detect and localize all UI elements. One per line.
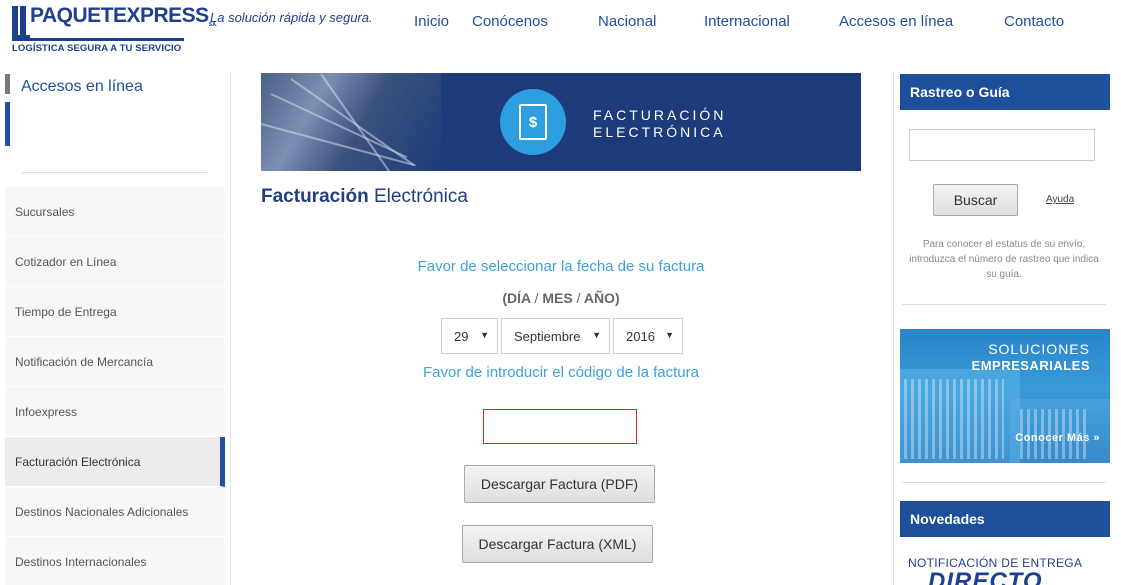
page-title: Facturación Electrónica (261, 186, 468, 207)
logo-underline (12, 38, 184, 41)
right-divider-2 (902, 482, 1106, 483)
tracking-number-input[interactable] (909, 129, 1095, 161)
logo-tagline: LOGÍSTICA SEGURA A TU SERVICIO (12, 43, 182, 54)
download-xml-button[interactable]: Descargar Factura (XML) (462, 525, 653, 563)
sidebar-menu: Sucursales Cotizador en Línea Tiempo de … (5, 187, 225, 585)
sidebar-item-notificacion[interactable]: Notificación de Mercancía (5, 337, 225, 387)
right-sidebar: Rastreo o Guía Buscar Ayuda Para conocer… (893, 72, 1121, 585)
sidebar-item-tiempo-entrega[interactable]: Tiempo de Entrega (5, 287, 225, 337)
date-format-label: (DÍA / MES / AÑO) (502, 290, 620, 306)
nav-inicio[interactable]: Inicio (414, 13, 449, 30)
news-big-text: DIRECTO (928, 568, 1043, 585)
sidebar-title-accent (5, 74, 10, 94)
tracking-note: Para conocer el estatus de su envío, int… (909, 239, 1099, 280)
banner-calculator-photo (261, 73, 441, 171)
left-sidebar: Accesos en línea Sucursales Cotizador en… (0, 72, 231, 585)
right-divider (902, 304, 1106, 305)
chevron-down-icon: ▼ (665, 330, 674, 340)
year-select[interactable]: 2016 ▼ (613, 318, 683, 354)
promo-line1: SOLUCIONES (988, 341, 1090, 357)
sidebar-title: Accesos en línea (21, 78, 143, 95)
paquetexpress-logo[interactable]: PAQUETEXPRESSS.A. LOGÍSTICA SEGURA A TU … (10, 4, 217, 56)
site-header: PAQUETEXPRESSS.A. LOGÍSTICA SEGURA A TU … (0, 0, 1121, 60)
facturacion-banner: $ FACTURACIÓN ELECTRÓNICA (261, 73, 861, 171)
chevron-down-icon: ▼ (480, 330, 489, 340)
help-link[interactable]: Ayuda (1046, 194, 1074, 205)
sidebar-item-destinos-nacionales[interactable]: Destinos Nacionales Adicionales (5, 487, 225, 537)
invoice-code-input[interactable] (483, 409, 637, 444)
news-title: Novedades (900, 501, 1110, 537)
date-prompt: Favor de seleccionar la fecha de su fact… (417, 258, 705, 275)
download-pdf-button[interactable]: Descargar Factura (PDF) (464, 465, 655, 503)
nav-contacto[interactable]: Contacto (1004, 13, 1064, 30)
sidebar-title-accent-blue (5, 102, 10, 146)
promo-line2: EMPRESARIALES (971, 358, 1090, 373)
logo-brand-text: PAQUETEXPRESSS.A. (30, 4, 217, 28)
chevron-down-icon: ▼ (592, 330, 601, 340)
document-icon: $ (519, 104, 547, 140)
day-select-value: 29 (454, 328, 469, 344)
sidebar-item-facturacion[interactable]: Facturación Electrónica (5, 437, 225, 487)
logo-mark-icon (10, 6, 30, 40)
nav-internacional[interactable]: Internacional (704, 13, 790, 30)
nav-nacional[interactable]: Nacional (598, 13, 656, 30)
page: PAQUETEXPRESSS.A. LOGÍSTICA SEGURA A TU … (0, 0, 1121, 585)
sidebar-divider (22, 172, 208, 173)
header-slogan: La solución rápida y segura. (210, 10, 373, 25)
nav-conocenos[interactable]: Conócenos (472, 13, 548, 30)
sidebar-item-sucursales[interactable]: Sucursales (5, 187, 225, 237)
tracking-title: Rastreo o Guía (900, 74, 1110, 110)
day-select[interactable]: 29 ▼ (441, 318, 498, 354)
month-select[interactable]: Septiembre ▼ (501, 318, 610, 354)
sidebar-item-cotizador[interactable]: Cotizador en Línea (5, 237, 225, 287)
year-select-value: 2016 (626, 328, 655, 344)
soluciones-empresariales-banner[interactable]: SOLUCIONES EMPRESARIALES Conocer Más » (900, 329, 1110, 463)
promo-more-link[interactable]: Conocer Más » (1015, 432, 1100, 444)
banner-title: FACTURACIÓN ELECTRÓNICA (593, 107, 727, 140)
search-button[interactable]: Buscar (933, 184, 1018, 216)
month-select-value: Septiembre (514, 328, 581, 344)
code-prompt: Favor de introducir el código de la fact… (423, 364, 699, 381)
sidebar-item-destinos-internacionales[interactable]: Destinos Internacionales (5, 537, 225, 585)
sidebar-item-infoexpress[interactable]: Infoexpress (5, 387, 225, 437)
nav-accesos-en-linea[interactable]: Accesos en línea (839, 13, 953, 30)
